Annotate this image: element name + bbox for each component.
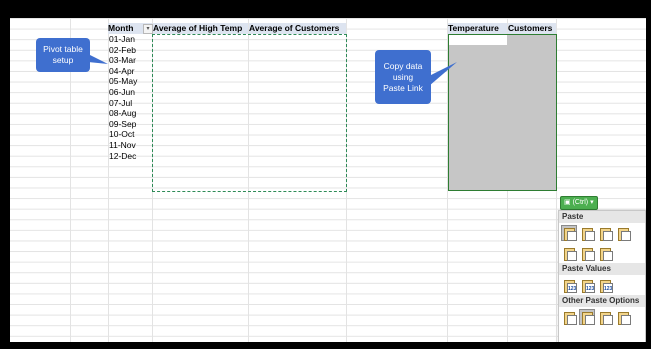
paste-values-icon[interactable]: 123 (562, 278, 577, 293)
callout-right-pointer (429, 62, 457, 86)
other-paste-row (559, 307, 645, 327)
month-cell[interactable]: 07-Jul (109, 98, 132, 109)
paste-link-icon[interactable] (579, 309, 595, 325)
paste-icons-row-2 (559, 243, 645, 263)
month-cell[interactable]: 06-Jun (109, 87, 135, 98)
paste-formulas-number-formatting-icon[interactable] (598, 226, 613, 241)
keep-source-formatting-icon[interactable] (616, 226, 631, 241)
keep-column-widths-icon[interactable] (580, 246, 595, 261)
callout-paste-link: Copy data using Paste Link (375, 50, 431, 104)
month-cell[interactable]: 08-Aug (109, 108, 136, 119)
values-number-formatting-icon[interactable]: 123 (580, 278, 595, 293)
values-source-formatting-icon[interactable]: 123 (598, 278, 613, 293)
paste-values-row: 123 123 123 (559, 275, 645, 295)
paste-options-menu: Paste Paste Values 123 123 123 Other Paste… (558, 210, 646, 342)
month-cell[interactable]: 01-Jan (109, 34, 135, 45)
section-paste-values: Paste Values (559, 263, 645, 275)
month-cell[interactable]: 05-May (109, 76, 137, 87)
paste-icon[interactable] (561, 225, 577, 241)
month-cell[interactable]: 02-Feb (109, 45, 136, 56)
pivot-header-high-temp[interactable]: Average of High Temp (153, 23, 248, 34)
formatting-icon[interactable] (562, 310, 577, 325)
spreadsheet-grid[interactable]: Month ▾ Average of High Temp Average of … (10, 18, 646, 342)
paste-formulas-icon[interactable] (580, 226, 595, 241)
month-cell[interactable]: 03-Mar (109, 55, 136, 66)
month-cell[interactable]: 09-Sep (109, 119, 136, 130)
month-cell[interactable]: 04-Apr (109, 66, 135, 77)
section-paste: Paste (559, 211, 645, 223)
dropdown-filter-icon[interactable]: ▾ (143, 24, 153, 34)
callout-pivot-setup: Pivot table setup (36, 38, 90, 72)
callout-left-pointer (88, 54, 108, 64)
pivot-header-customers[interactable]: Average of Customers (249, 23, 346, 34)
paste-options-button[interactable]: ▣ (Ctrl) ▾ (560, 196, 598, 210)
target-header-temperature[interactable]: Temperature (448, 23, 507, 34)
month-cell[interactable]: 11-Nov (109, 140, 136, 151)
picture-icon[interactable] (598, 310, 613, 325)
section-other-paste: Other Paste Options (559, 295, 645, 307)
linked-picture-icon[interactable] (616, 310, 631, 325)
month-cell[interactable]: 12-Dec (109, 151, 136, 162)
month-cell[interactable]: 10-Oct (109, 129, 135, 140)
paste-icons-row (559, 223, 645, 243)
transpose-icon[interactable] (598, 246, 613, 261)
clipboard-icon: ▣ (564, 199, 571, 206)
selection-border (448, 34, 557, 191)
target-header-customers[interactable]: Customers (508, 23, 556, 34)
copy-marquee (152, 34, 347, 192)
no-borders-icon[interactable] (562, 246, 577, 261)
